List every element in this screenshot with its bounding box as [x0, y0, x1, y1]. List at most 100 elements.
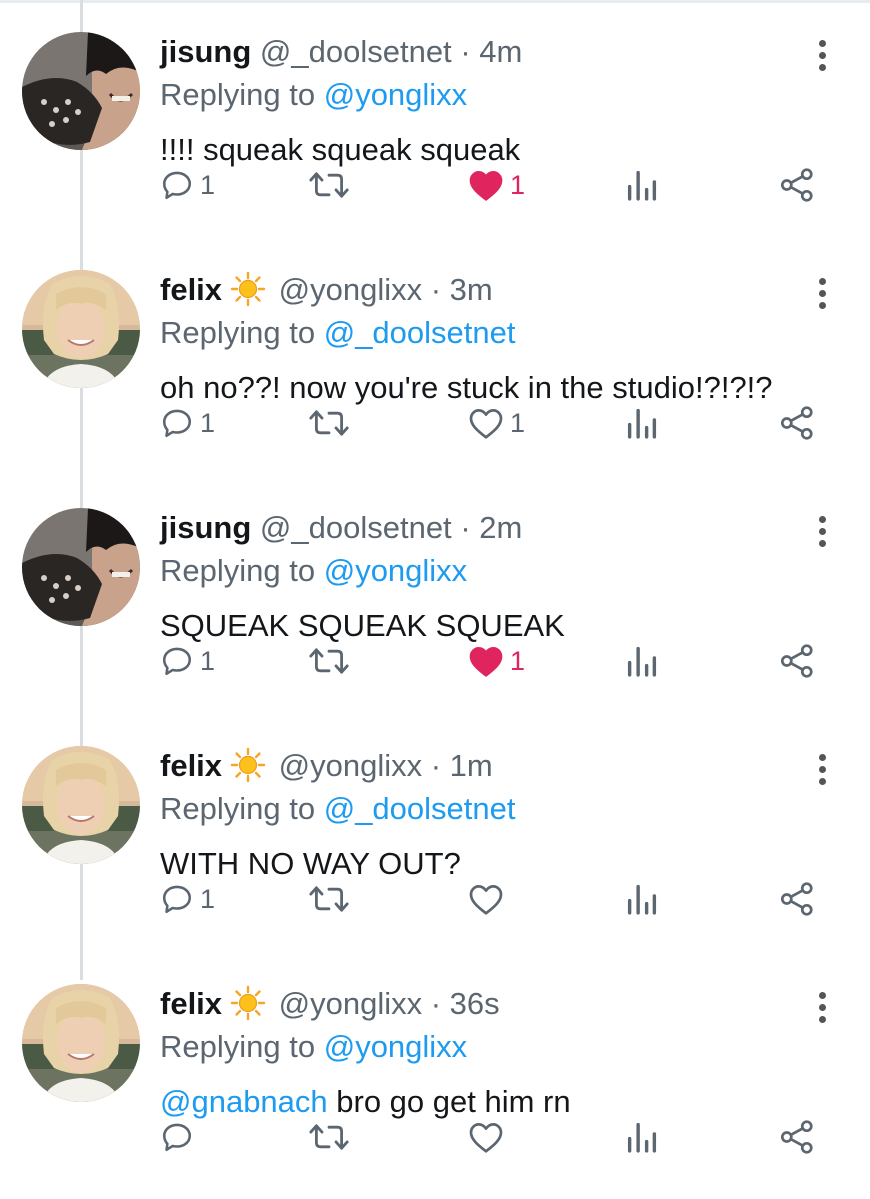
- like-count: 1: [510, 407, 526, 438]
- heart-icon: [469, 885, 503, 915]
- timestamp[interactable]: · 36s: [422, 986, 500, 1021]
- avatar[interactable]: [22, 32, 140, 150]
- username[interactable]: @yonglixx: [270, 272, 422, 307]
- more-vertical-icon: [818, 40, 826, 47]
- reply-button[interactable]: 1: [160, 879, 215, 919]
- share-icon: [780, 644, 813, 678]
- replying-to-label: Replying to: [160, 315, 316, 350]
- avatar[interactable]: [22, 984, 140, 1102]
- display-name[interactable]: felix: [160, 272, 222, 307]
- share-button[interactable]: [778, 403, 816, 443]
- retweet-icon: [309, 886, 349, 912]
- share-icon: [780, 882, 813, 916]
- replying-to-label: Replying to: [160, 553, 316, 588]
- display-name[interactable]: felix: [160, 748, 222, 783]
- timestamp[interactable]: · 4m: [452, 34, 523, 69]
- analytics-button[interactable]: [626, 403, 658, 443]
- share-button[interactable]: [778, 641, 816, 681]
- reply-button[interactable]: 1: [160, 165, 215, 205]
- retweet-button[interactable]: [308, 165, 350, 205]
- like-button[interactable]: [468, 879, 510, 919]
- replying-to-link[interactable]: @yonglixx: [324, 553, 467, 588]
- timestamp[interactable]: · 3m: [422, 272, 493, 307]
- retweet-button[interactable]: [308, 641, 350, 681]
- username[interactable]: @_doolsetnet: [251, 34, 452, 69]
- timestamp[interactable]: · 2m: [452, 510, 522, 545]
- more-options-button[interactable]: [814, 992, 830, 1026]
- tweet-body: oh no??! now you're stuck in the studio!…: [160, 370, 773, 405]
- like-button[interactable]: [468, 1117, 510, 1157]
- username[interactable]: @yonglixx: [270, 748, 422, 783]
- handle-text[interactable]: @yonglixx: [279, 748, 422, 783]
- tweet[interactable]: jisung @_doolsetnet · 2m Replying to @yo…: [0, 476, 870, 714]
- username[interactable]: @yonglixx: [270, 986, 422, 1021]
- like-count: 1: [510, 645, 526, 676]
- handle-text[interactable]: @_doolsetnet: [260, 510, 452, 545]
- tweet[interactable]: felix @yonglixx · 1m Replying to @_dools…: [0, 714, 870, 952]
- more-options-button[interactable]: [814, 754, 830, 788]
- reply-button[interactable]: 1: [160, 403, 215, 443]
- reply-button[interactable]: [160, 1117, 200, 1157]
- retweet-icon: [309, 648, 349, 674]
- replying-to: Replying to @yonglixx: [160, 1027, 467, 1067]
- timestamp-text: · 3m: [430, 272, 493, 307]
- heart-icon: [469, 409, 503, 439]
- mention-link[interactable]: @gnabnach: [160, 1084, 328, 1119]
- analytics-button[interactable]: [626, 165, 658, 205]
- username[interactable]: @_doolsetnet: [251, 510, 452, 545]
- reply-button[interactable]: 1: [160, 641, 215, 681]
- tweet[interactable]: jisung @_doolsetnet · 4m Replying to @yo…: [0, 0, 870, 238]
- display-name[interactable]: felix: [160, 986, 222, 1021]
- reply-icon: [162, 647, 192, 676]
- replying-to-link[interactable]: @_doolsetnet: [324, 315, 516, 350]
- reply-icon: [162, 1123, 192, 1152]
- tweet-header: jisung @_doolsetnet · 2m: [160, 508, 522, 548]
- more-options-button[interactable]: [814, 40, 830, 74]
- share-icon: [780, 406, 813, 440]
- like-button[interactable]: 1: [468, 165, 525, 205]
- retweet-button[interactable]: [308, 1117, 350, 1157]
- more-vertical-icon: [818, 278, 826, 285]
- like-button[interactable]: 1: [468, 641, 525, 681]
- timestamp-text: · 36s: [430, 986, 500, 1021]
- heart-icon: [469, 1123, 503, 1153]
- analytics-button[interactable]: [626, 879, 658, 919]
- share-button[interactable]: [778, 165, 816, 205]
- retweet-icon: [309, 172, 349, 198]
- like-count: 1: [510, 169, 526, 200]
- analytics-button[interactable]: [626, 1117, 658, 1157]
- analytics-button[interactable]: [626, 641, 658, 681]
- avatar[interactable]: [22, 270, 140, 388]
- action-bar: 1 1: [0, 641, 870, 681]
- replying-to-link[interactable]: @yonglixx: [324, 1029, 467, 1064]
- share-button[interactable]: [778, 1117, 816, 1157]
- timestamp[interactable]: · 1m: [422, 748, 493, 783]
- more-options-button[interactable]: [814, 516, 830, 550]
- timestamp-text: · 1m: [430, 748, 493, 783]
- share-button[interactable]: [778, 879, 816, 919]
- display-name[interactable]: jisung: [160, 510, 251, 545]
- replying-to: Replying to @_doolsetnet: [160, 313, 516, 353]
- handle-text[interactable]: @yonglixx: [279, 986, 422, 1021]
- replying-to: Replying to @_doolsetnet: [160, 789, 516, 829]
- handle-text[interactable]: @yonglixx: [279, 272, 422, 307]
- avatar[interactable]: [22, 508, 140, 626]
- tweet-header: felix @yonglixx · 36s: [160, 984, 500, 1024]
- like-button[interactable]: 1: [468, 403, 525, 443]
- timestamp-text: · 4m: [460, 34, 523, 69]
- display-name[interactable]: jisung: [160, 34, 251, 69]
- analytics-icon: [627, 646, 657, 677]
- handle-text[interactable]: @_doolsetnet: [260, 34, 452, 69]
- more-options-button[interactable]: [814, 278, 830, 312]
- tweet[interactable]: felix @yonglixx · 3m Replying to @_dools…: [0, 238, 870, 476]
- replying-to-link[interactable]: @_doolsetnet: [324, 791, 516, 826]
- retweet-button[interactable]: [308, 403, 350, 443]
- retweet-icon: [309, 1124, 349, 1150]
- tweet-body: bro go get him rn: [327, 1084, 571, 1119]
- more-vertical-icon: [818, 992, 826, 999]
- analytics-icon: [627, 1122, 657, 1153]
- retweet-button[interactable]: [308, 879, 350, 919]
- avatar[interactable]: [22, 746, 140, 864]
- replying-to-link[interactable]: @yonglixx: [324, 77, 467, 112]
- tweet[interactable]: felix @yonglixx · 36s Replying to @yongl…: [0, 952, 870, 1190]
